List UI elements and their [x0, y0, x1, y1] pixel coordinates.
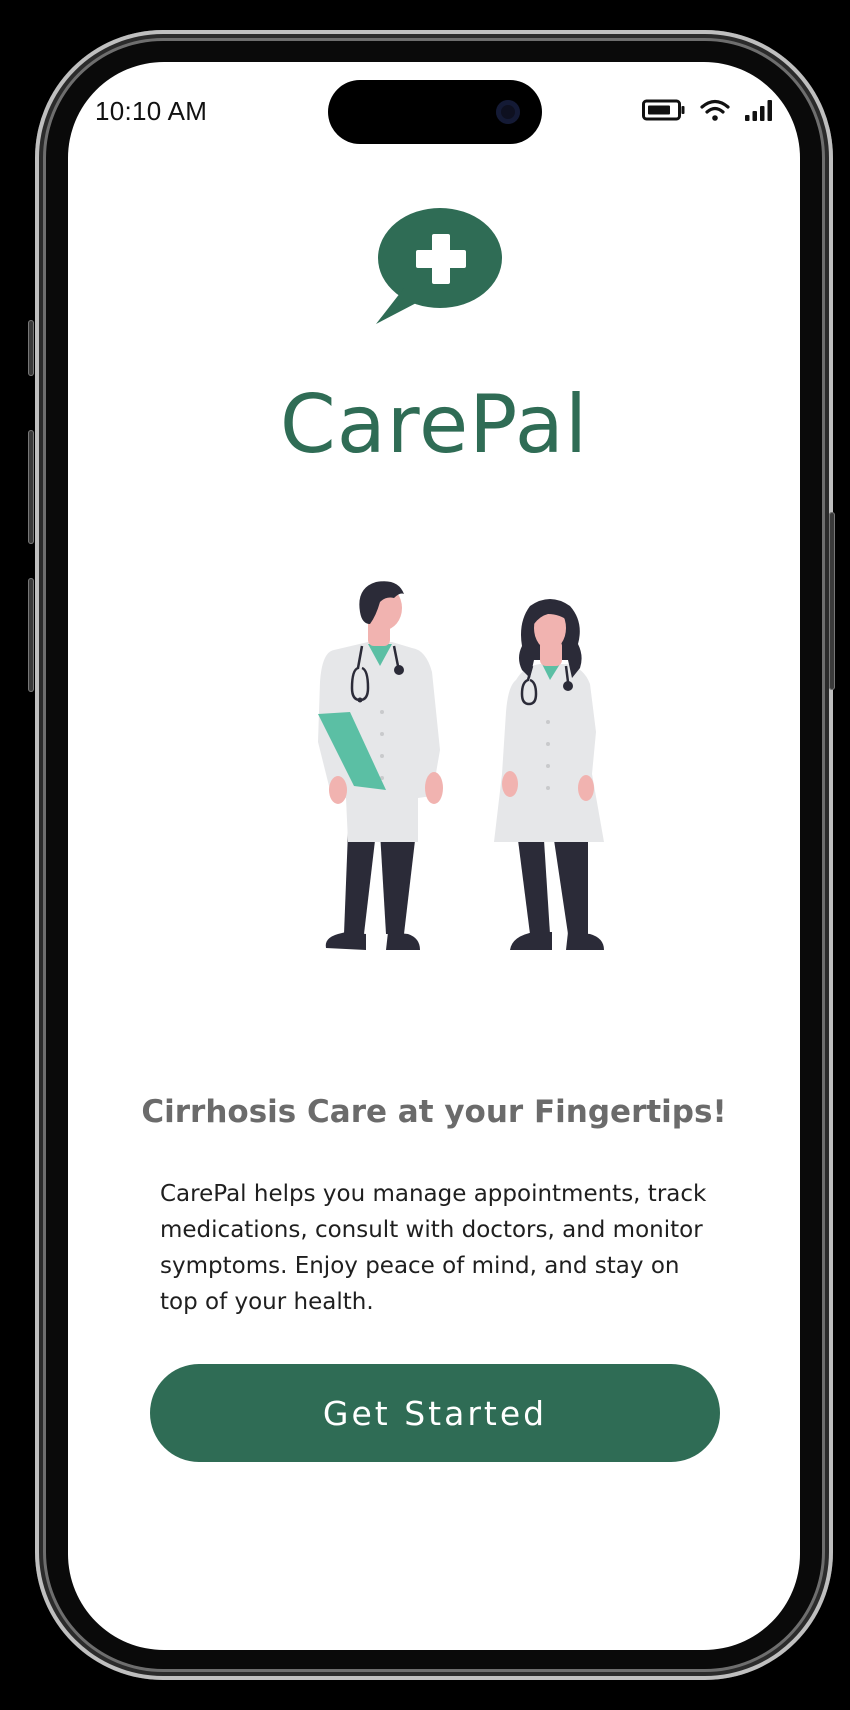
two-doctors-illustration: [318, 581, 604, 950]
screen: 10:10 AM CarePal Cirrhosis Care at your …: [68, 62, 800, 1650]
male-doctor-figure: [318, 581, 443, 950]
volume-down-button: [28, 578, 34, 692]
wifi-icon: [700, 99, 730, 121]
front-camera: [496, 100, 520, 124]
silent-switch: [28, 320, 34, 376]
app-title: CarePal: [279, 378, 589, 471]
cellular-signal-icon: [745, 100, 772, 121]
volume-up-button: [28, 430, 34, 544]
description-text: CarePal helps you manage appointments, t…: [160, 1181, 707, 1315]
tagline: Cirrhosis Care at your Fingertips!: [141, 1094, 727, 1130]
female-doctor-figure: [494, 599, 604, 950]
battery-icon: [642, 99, 685, 121]
status-time: 10:10 AM: [95, 96, 208, 126]
chat-bubble-medical-cross-icon: [376, 208, 502, 324]
get-started-button[interactable]: Get Started: [150, 1364, 720, 1462]
status-icons: [642, 98, 776, 122]
dynamic-island: [328, 80, 542, 144]
power-button: [829, 512, 835, 690]
